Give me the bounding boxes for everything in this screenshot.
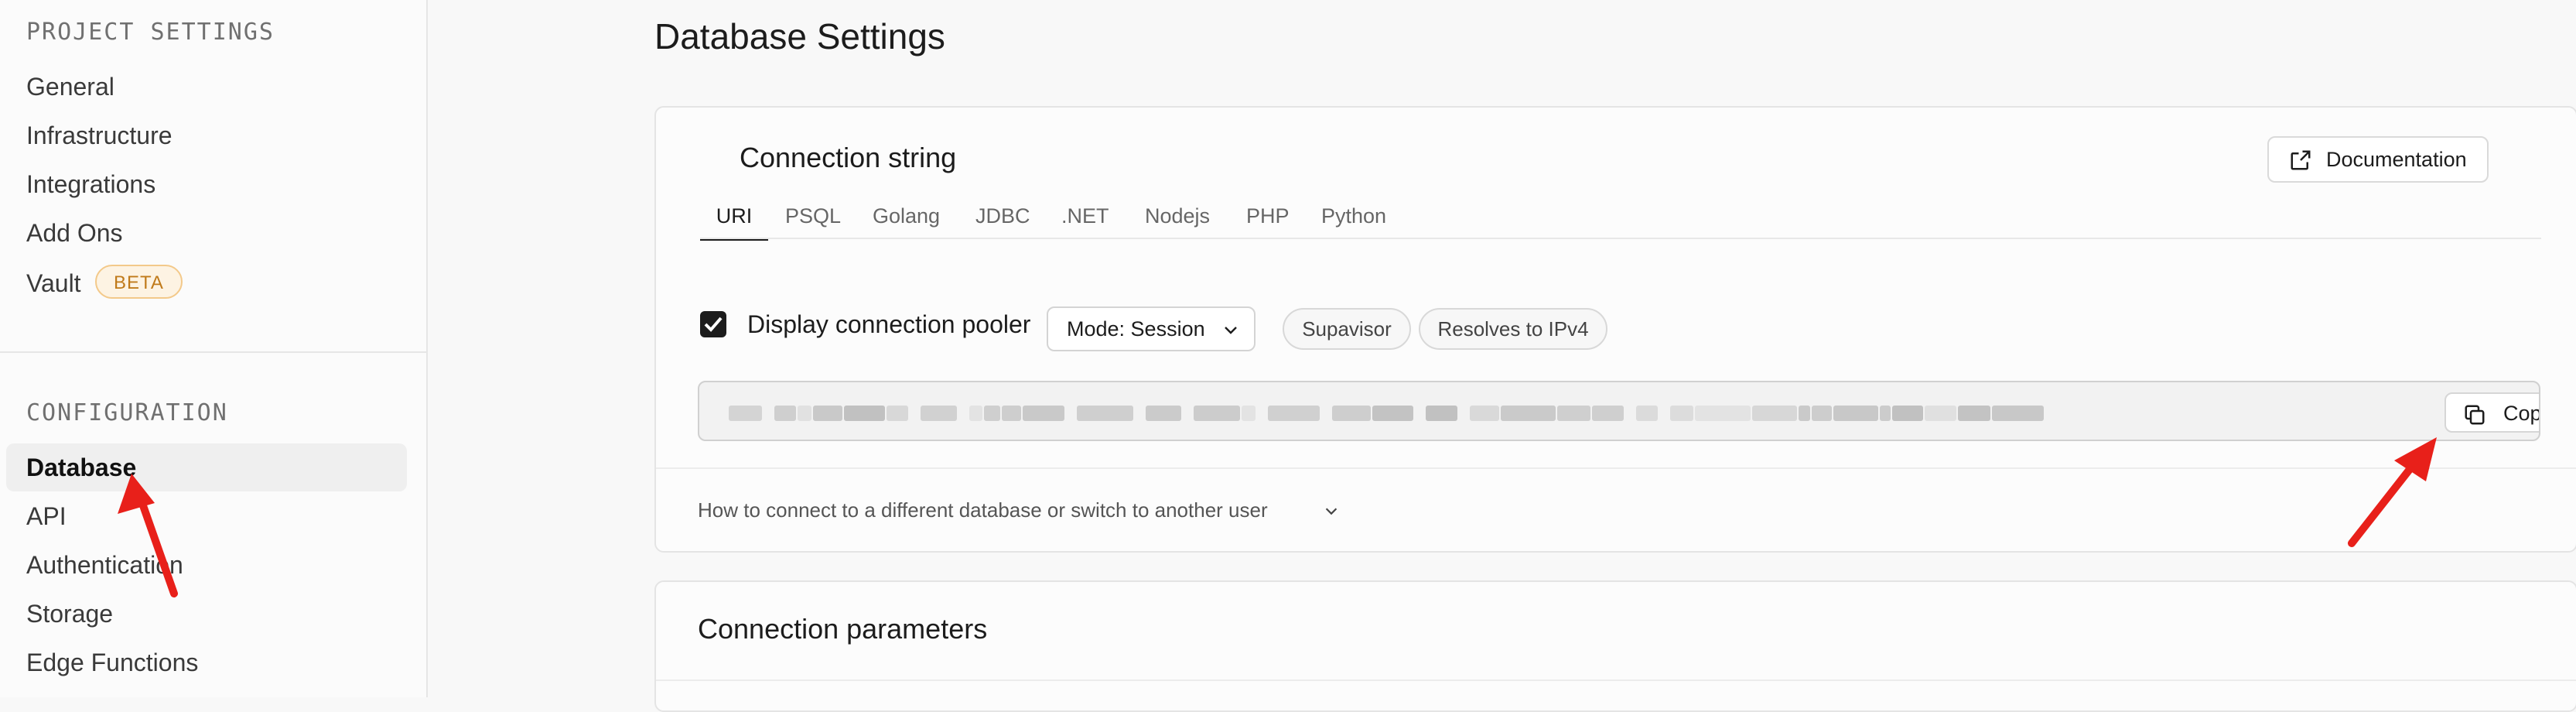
connection-parameters-card: Connection parameters — [654, 580, 2576, 712]
supavisor-badge: Supavisor — [1283, 308, 1411, 350]
redaction-block — [1242, 406, 1256, 421]
redaction-block — [1002, 406, 1021, 421]
sidebar-item-vault[interactable]: Vault — [26, 268, 81, 299]
sidebar-item-storage[interactable]: Storage — [26, 598, 113, 629]
tab-uri[interactable]: URI — [700, 200, 768, 241]
redaction-block — [1799, 406, 1810, 421]
redaction-block — [1592, 406, 1624, 421]
sidebar-item-infrastructure[interactable]: Infrastructure — [26, 120, 173, 151]
chevron-down-icon — [1225, 327, 1237, 334]
connection-string-field[interactable]: Copy — [698, 381, 2540, 441]
redaction-block — [1501, 406, 1556, 421]
sidebar-divider — [0, 351, 428, 353]
redaction-block — [1695, 406, 1751, 421]
tab-jdbc[interactable]: JDBC — [975, 200, 1030, 238]
redaction-block — [1332, 406, 1371, 421]
redaction-block — [1880, 406, 1891, 421]
sidebar: PROJECT SETTINGS General Infrastructure … — [0, 0, 428, 697]
copy-button[interactable]: Copy — [2444, 392, 2539, 433]
redaction-block — [1372, 406, 1413, 421]
redaction-block — [1470, 406, 1499, 421]
redaction-block — [1636, 406, 1658, 421]
redaction-block — [921, 406, 957, 421]
mode-select[interactable]: Mode: Session — [1047, 306, 1256, 351]
external-link-icon — [2291, 150, 2311, 170]
tab-golang[interactable]: Golang — [873, 200, 940, 238]
help-separator — [656, 467, 2576, 469]
redaction-block — [1670, 406, 1693, 421]
sidebar-item-api[interactable]: API — [26, 501, 67, 532]
redaction-block — [813, 406, 842, 421]
redaction-block — [1992, 406, 2044, 421]
connection-parameters-title: Connection parameters — [698, 613, 988, 645]
redaction-block — [1752, 406, 1797, 421]
redaction-block — [969, 406, 982, 421]
redaction-block — [1268, 406, 1320, 421]
redaction-block — [984, 406, 1000, 421]
redaction-block — [1146, 406, 1181, 421]
configuration-heading: CONFIGURATION — [26, 399, 228, 426]
pooler-label: Display connection pooler — [747, 310, 1031, 338]
beta-badge: BETA — [95, 265, 183, 299]
tab-psql[interactable]: PSQL — [785, 200, 841, 238]
documentation-label: Documentation — [2326, 148, 2467, 171]
sidebar-item-general[interactable]: General — [26, 71, 114, 102]
tab-python[interactable]: Python — [1321, 200, 1386, 238]
redaction-block — [1833, 406, 1878, 421]
sidebar-item-integrations[interactable]: Integrations — [26, 169, 155, 200]
redaction-block — [1958, 406, 1990, 421]
sidebar-item-database[interactable]: Database — [26, 452, 136, 483]
redaction-block — [1023, 406, 1064, 421]
redaction-block — [774, 406, 796, 421]
connection-string-title: Connection string — [740, 142, 957, 173]
project-settings-heading: PROJECT SETTINGS — [26, 19, 275, 46]
tab-nodejs[interactable]: Nodejs — [1145, 200, 1210, 238]
tab-php[interactable]: PHP — [1246, 200, 1290, 238]
redaction-block — [729, 406, 762, 421]
redaction-block — [844, 406, 885, 421]
sidebar-item-edge-functions[interactable]: Edge Functions — [26, 647, 198, 678]
redaction-block — [1812, 406, 1832, 421]
pooler-checkbox[interactable] — [700, 311, 726, 337]
tab-dotnet[interactable]: .NET — [1061, 200, 1109, 238]
redaction-block — [1077, 406, 1133, 421]
mode-select-value: Mode: Session — [1067, 317, 1205, 341]
redaction-block — [1426, 406, 1457, 421]
ipv4-badge: Resolves to IPv4 — [1419, 308, 1607, 350]
page-title: Database Settings — [654, 16, 945, 56]
connection-string-card: Connection string Documentation URI PSQL… — [654, 106, 2576, 553]
copy-icon — [2465, 405, 2485, 425]
tabs-underline — [700, 238, 2541, 239]
sidebar-item-authentication[interactable]: Authentication — [26, 549, 183, 580]
redaction-block — [1892, 406, 1923, 421]
parameters-separator — [656, 679, 2576, 681]
redaction-block — [1194, 406, 1240, 421]
check-icon — [704, 317, 723, 332]
redaction-block — [887, 406, 908, 421]
copy-label: Copy — [2503, 402, 2539, 425]
redaction-block — [1925, 406, 1956, 421]
redaction-block — [1557, 406, 1590, 421]
connect-help-link[interactable]: How to connect to a different database o… — [698, 498, 1268, 522]
sidebar-item-add-ons[interactable]: Add Ons — [26, 217, 123, 248]
chevron-down-icon[interactable] — [1323, 502, 1340, 519]
redaction-block — [798, 406, 811, 421]
documentation-button[interactable]: Documentation — [2267, 136, 2489, 183]
